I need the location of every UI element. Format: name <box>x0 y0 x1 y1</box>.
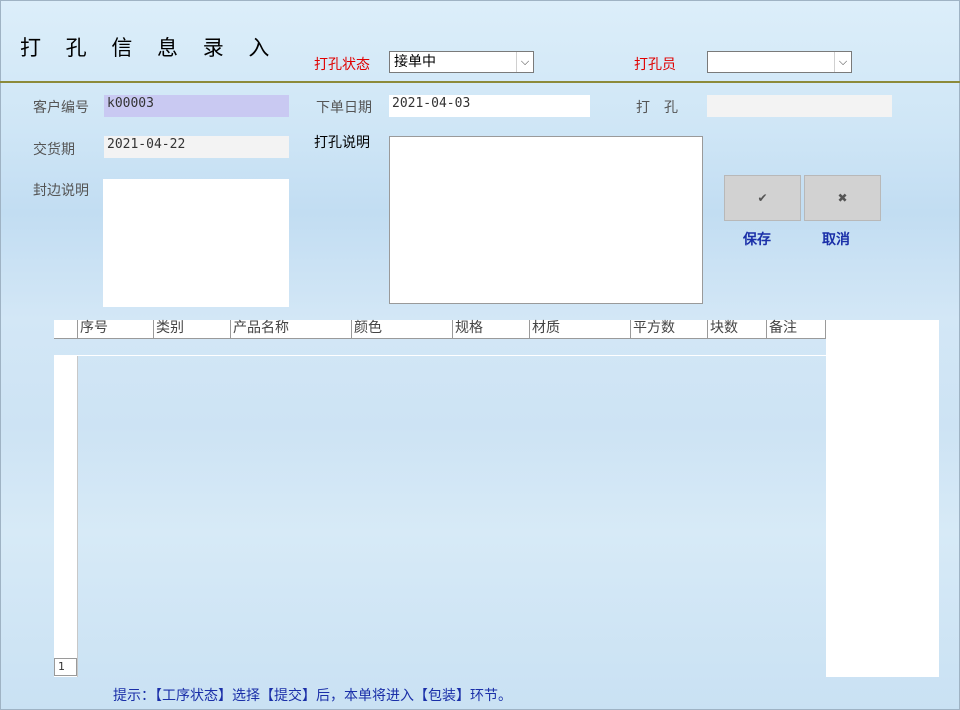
status-select[interactable]: 接单中 ⌵ <box>389 51 534 73</box>
order-date-field[interactable]: 2021-04-03 <box>389 95 590 117</box>
column-header-category[interactable]: 类别 <box>153 320 230 338</box>
column-header-spec[interactable]: 规格 <box>452 320 529 338</box>
edge-note-textarea[interactable] <box>103 179 289 307</box>
grid-side-panel <box>826 320 939 677</box>
status-select-value: 接单中 <box>394 54 436 70</box>
save-button-label[interactable]: 保存 <box>743 229 771 249</box>
column-header-material[interactable]: 材质 <box>529 320 630 338</box>
save-button[interactable]: ✔ <box>724 175 801 221</box>
delivery-field[interactable]: 2021-04-22 <box>104 136 289 158</box>
close-icon: ✖ <box>837 191 848 205</box>
operator-label: 打孔员 <box>634 57 676 73</box>
delivery-label: 交货期 <box>33 142 75 158</box>
grid-header: 序号 类别 产品名称 颜色 规格 材质 平方数 块数 备注 <box>54 320 826 339</box>
page-title: 打 孔 信 息 录 入 <box>20 36 279 60</box>
chevron-down-icon[interactable]: ⌵ <box>834 52 851 72</box>
customer-label: 客户编号 <box>33 100 89 116</box>
drill-field[interactable] <box>707 95 892 117</box>
customer-field[interactable]: k00003 <box>104 95 289 117</box>
hint-text: 提示：【工序状态】选择【提交】后，本单将进入【包装】环节。 <box>113 688 512 704</box>
column-header-product-name[interactable]: 产品名称 <box>230 320 351 338</box>
drill-note-textarea[interactable] <box>389 136 703 304</box>
drill-label: 打 孔 <box>636 100 678 116</box>
column-header-color[interactable]: 颜色 <box>351 320 452 338</box>
row-header-column <box>54 356 78 677</box>
cancel-button[interactable]: ✖ <box>804 175 881 221</box>
column-header-pieces[interactable]: 块数 <box>707 320 766 338</box>
cancel-button-label[interactable]: 取消 <box>822 229 850 249</box>
grid-divider <box>54 355 826 356</box>
drill-note-label: 打孔说明 <box>314 135 370 151</box>
column-header-area[interactable]: 平方数 <box>630 320 707 338</box>
check-icon: ✔ <box>757 191 768 205</box>
status-label: 打孔状态 <box>314 57 370 73</box>
chevron-down-icon[interactable]: ⌵ <box>516 52 533 72</box>
edge-note-label: 封边说明 <box>33 183 89 199</box>
header-divider <box>0 81 960 83</box>
order-date-label: 下单日期 <box>316 100 372 116</box>
column-header-index[interactable]: 序号 <box>77 320 153 338</box>
page-indicator[interactable]: 1 <box>54 658 77 676</box>
operator-select[interactable]: ⌵ <box>707 51 852 73</box>
column-header-remarks[interactable]: 备注 <box>766 320 826 338</box>
